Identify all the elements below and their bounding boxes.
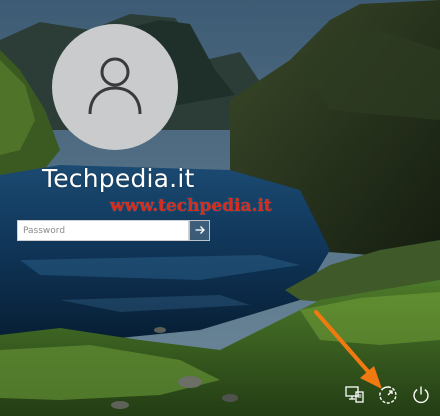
user-silhouette-icon: [80, 50, 150, 124]
watermark-text: www.techpedia.it: [110, 196, 272, 216]
password-field-group: [17, 220, 210, 241]
network-button[interactable]: [344, 386, 366, 408]
submit-password-button[interactable]: [189, 220, 210, 241]
password-input[interactable]: [17, 220, 189, 241]
network-icon: [345, 386, 365, 408]
power-icon: [411, 385, 431, 409]
user-name: Techpedia.it: [42, 164, 195, 193]
user-avatar: [52, 24, 178, 150]
arrow-right-icon: [194, 221, 206, 240]
ease-of-access-button[interactable]: [377, 386, 399, 408]
power-button[interactable]: [410, 386, 432, 408]
ease-of-access-icon: [378, 385, 398, 409]
